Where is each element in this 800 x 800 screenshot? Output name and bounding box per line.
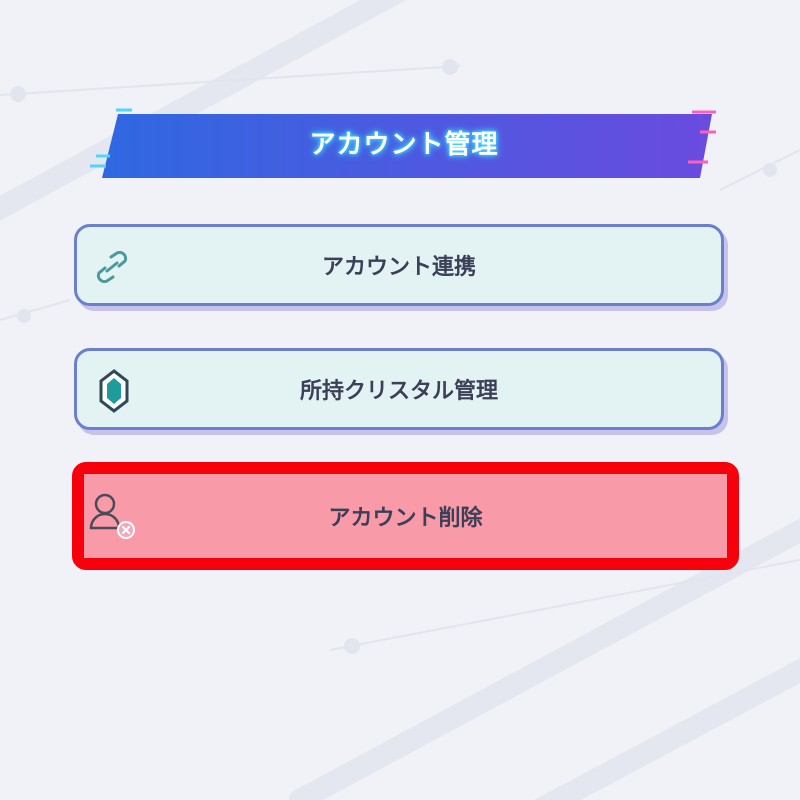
- menu-item-label: アカウント削除: [328, 506, 483, 531]
- title-banner: アカウント管理: [88, 104, 720, 180]
- menu-item-label: アカウント連携: [321, 255, 476, 280]
- page-title: アカウント管理: [309, 129, 499, 160]
- menu-item-label: 所持クリスタル管理: [299, 379, 498, 404]
- crystal-manage-button[interactable]: 所持クリスタル管理: [74, 348, 724, 430]
- account-link-button[interactable]: アカウント連携: [74, 224, 724, 306]
- account-delete-button[interactable]: アカウント削除: [84, 474, 727, 558]
